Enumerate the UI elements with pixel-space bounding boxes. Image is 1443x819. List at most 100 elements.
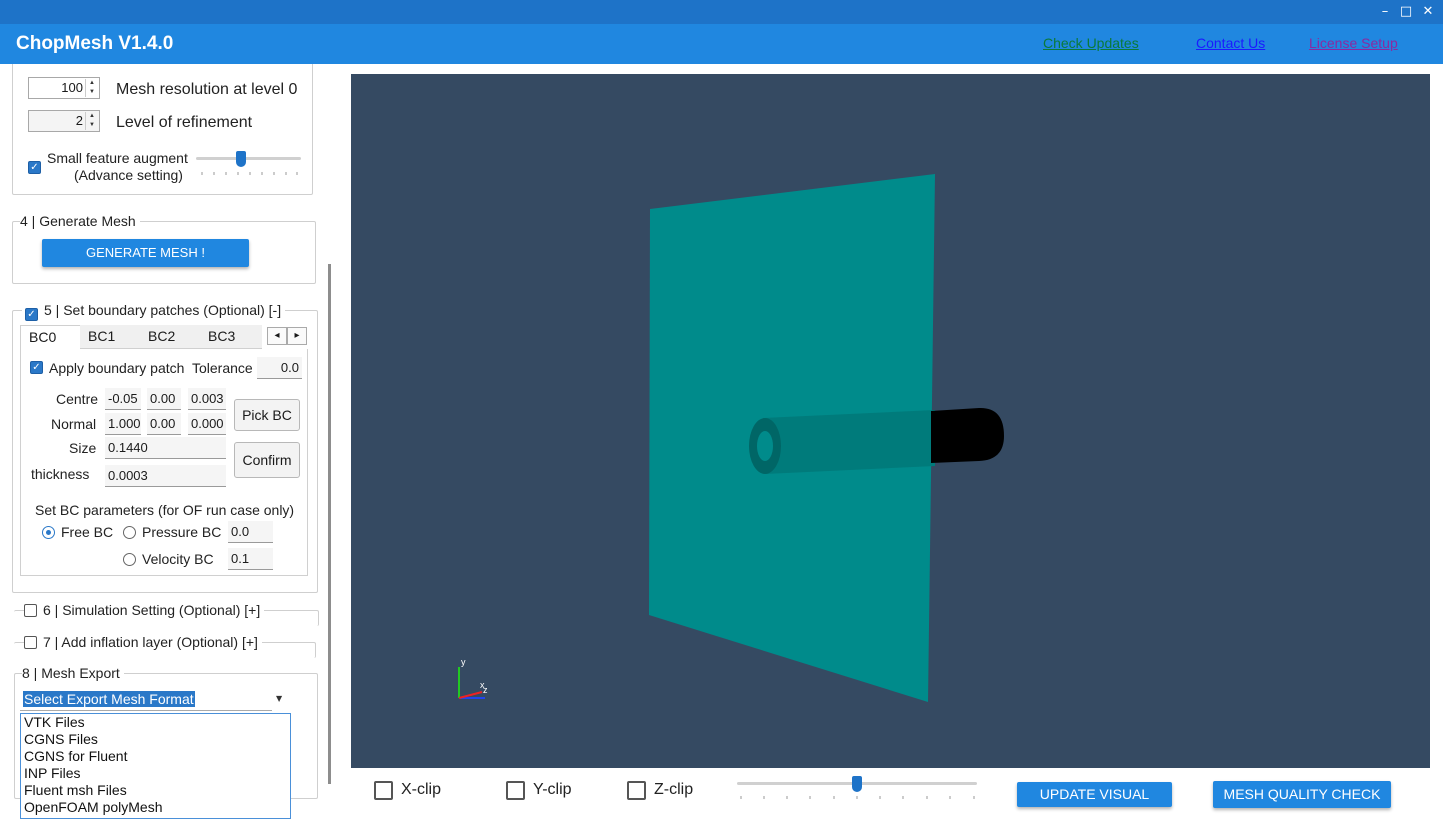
- tolerance-label: Tolerance: [192, 360, 253, 376]
- app-header: ChopMesh V1.4.0 Check Updates Contact Us…: [0, 24, 1443, 64]
- free-bc-label: Free BC: [61, 524, 114, 540]
- y-clip-checkbox[interactable]: [506, 781, 525, 800]
- centre-x-field[interactable]: -0.05: [105, 388, 141, 410]
- export-option-inp[interactable]: INP Files: [21, 765, 290, 782]
- normal-y-field[interactable]: 0.00: [147, 413, 181, 435]
- bc-params-label: Set BC parameters (for OF run case only): [35, 502, 295, 518]
- clip-slider-handle[interactable]: [852, 776, 862, 792]
- inflation-group-label: 7 | Add inflation layer (Optional) [+]: [43, 634, 258, 650]
- boundary-patches-group-header: ✓ 5 | Set boundary patches (Optional) [-]: [22, 302, 286, 321]
- tolerance-field[interactable]: 0.0: [257, 357, 302, 379]
- pressure-bc-label: Pressure BC: [142, 524, 222, 540]
- mesh-resolution-value: 100: [61, 80, 83, 95]
- window-titlebar: – □ ✕: [0, 0, 1443, 24]
- refinement-level-label: Level of refinement: [116, 114, 253, 131]
- small-feature-slider-track[interactable]: [196, 157, 301, 160]
- velocity-bc-field[interactable]: 0.1: [228, 548, 273, 570]
- pipe-outlet[interactable]: [931, 407, 1004, 463]
- free-bc-radio[interactable]: [42, 526, 55, 539]
- small-feature-label: Small feature augment: [47, 150, 188, 166]
- license-setup-link[interactable]: License Setup: [1309, 35, 1398, 51]
- size-field[interactable]: 0.1440: [105, 437, 226, 459]
- pipe-end-hole: [757, 431, 773, 461]
- pipe-body[interactable]: [763, 410, 935, 474]
- minimize-icon[interactable]: –: [1374, 2, 1396, 22]
- inflation-checkbox[interactable]: [24, 636, 37, 649]
- close-icon[interactable]: ✕: [1417, 2, 1439, 22]
- pressure-bc-field[interactable]: 0.0: [228, 521, 273, 543]
- normal-z-field[interactable]: 0.000: [188, 413, 226, 435]
- y-clip-label: Y-clip: [533, 781, 572, 798]
- centre-z-field[interactable]: 0.003: [188, 388, 226, 410]
- centre-y-field[interactable]: 0.00: [147, 388, 181, 410]
- axis-x-label: x: [480, 680, 485, 690]
- apply-boundary-checkbox[interactable]: ✓: [30, 361, 43, 374]
- update-visual-button[interactable]: UPDATE VISUAL: [1017, 782, 1172, 807]
- spin-arrows-icon[interactable]: ▲ ▼: [85, 112, 98, 130]
- bc-tabbar: BC0 BC1 BC2 BC3 ◂ ▸: [20, 325, 308, 350]
- velocity-bc-radio[interactable]: [123, 553, 136, 566]
- small-feature-checkbox[interactable]: ✓: [28, 161, 41, 174]
- contact-us-link[interactable]: Contact Us: [1196, 35, 1265, 51]
- z-clip-checkbox[interactable]: [627, 781, 646, 800]
- export-option-openfoam[interactable]: OpenFOAM polyMesh: [21, 799, 290, 816]
- export-format-field[interactable]: Select Export Mesh Format: [20, 689, 272, 711]
- app-title: ChopMesh V1.4.0: [16, 33, 174, 54]
- maximize-icon[interactable]: □: [1395, 2, 1417, 22]
- refinement-level-spinbox[interactable]: 2 ▲ ▼: [28, 110, 100, 132]
- thickness-field[interactable]: 0.0003: [105, 465, 226, 487]
- mesh-render[interactable]: y z x: [351, 74, 1430, 768]
- velocity-bc-label: Velocity BC: [142, 551, 214, 567]
- z-clip-label: Z-clip: [654, 781, 694, 798]
- advance-setting-label: (Advance setting): [74, 167, 183, 183]
- x-clip-checkbox[interactable]: [374, 781, 393, 800]
- mesh-resolution-spinbox[interactable]: 100 ▲ ▼: [28, 77, 100, 99]
- confirm-button[interactable]: Confirm: [234, 442, 300, 478]
- tab-bc0[interactable]: BC0: [20, 325, 82, 349]
- simulation-group-label: 6 | Simulation Setting (Optional) [+]: [43, 602, 261, 618]
- export-format-list: VTK Files CGNS Files CGNS for Fluent INP…: [20, 713, 291, 819]
- mesh-quality-check-button[interactable]: MESH QUALITY CHECK: [1213, 781, 1391, 808]
- export-option-vtk[interactable]: VTK Files: [21, 714, 290, 731]
- chevron-down-icon[interactable]: ▼: [276, 694, 282, 703]
- boundary-patches-group-label: 5 | Set boundary patches (Optional) [-]: [44, 302, 282, 318]
- generate-mesh-button[interactable]: GENERATE MESH !: [42, 239, 249, 267]
- export-option-fluent-msh[interactable]: Fluent msh Files: [21, 782, 290, 799]
- pressure-bc-radio[interactable]: [123, 526, 136, 539]
- boundary-patches-checkbox[interactable]: ✓: [25, 308, 38, 321]
- tab-scroll-right-icon[interactable]: ▸: [287, 327, 307, 345]
- refinement-level-value: 2: [75, 113, 83, 128]
- x-clip-label: X-clip: [401, 781, 442, 798]
- small-feature-slider-handle[interactable]: [236, 151, 246, 167]
- export-option-cgns[interactable]: CGNS Files: [21, 731, 290, 748]
- slider-ticks: [201, 172, 298, 175]
- clip-slider-ticks: [740, 796, 975, 799]
- export-format-selected: Select Export Mesh Format: [23, 691, 195, 707]
- 3d-viewport[interactable]: y z x: [351, 74, 1430, 768]
- panel-scrollbar[interactable]: [328, 264, 331, 784]
- spin-arrows-icon[interactable]: ▲ ▼: [85, 79, 98, 97]
- tab-bc3[interactable]: BC3: [200, 325, 262, 349]
- thickness-label: thickness: [31, 466, 90, 482]
- axis-y-label: y: [461, 657, 466, 667]
- size-label: Size: [69, 440, 97, 456]
- bottom-toolbar: X-clip Y-clip Z-clip UPDATE VISUAL MESH …: [340, 768, 1443, 819]
- mesh-resolution-label: Mesh resolution at level 0: [116, 81, 298, 98]
- inflation-group-header: 7 | Add inflation layer (Optional) [+]: [24, 634, 262, 650]
- check-updates-link[interactable]: Check Updates: [1043, 35, 1139, 51]
- mesh-export-group-label: 8 | Mesh Export: [22, 665, 124, 681]
- simulation-checkbox[interactable]: [24, 604, 37, 617]
- centre-label: Centre: [56, 391, 99, 407]
- tab-bc2[interactable]: BC2: [140, 325, 200, 349]
- simulation-group-header: 6 | Simulation Setting (Optional) [+]: [24, 602, 265, 618]
- pick-bc-button[interactable]: Pick BC: [234, 399, 300, 431]
- generate-mesh-group-label: 4 | Generate Mesh: [20, 213, 140, 229]
- tab-bc1[interactable]: BC1: [80, 325, 140, 349]
- normal-label: Normal: [51, 416, 97, 432]
- apply-boundary-label: Apply boundary patch: [49, 360, 185, 376]
- export-format-dropdown[interactable]: Select Export Mesh Format ▼: [20, 689, 292, 711]
- axes-triad: y z x: [458, 657, 488, 699]
- normal-x-field[interactable]: 1.000: [105, 413, 141, 435]
- export-option-cgns-fluent[interactable]: CGNS for Fluent: [21, 748, 290, 765]
- tab-scroll-left-icon[interactable]: ◂: [267, 327, 287, 345]
